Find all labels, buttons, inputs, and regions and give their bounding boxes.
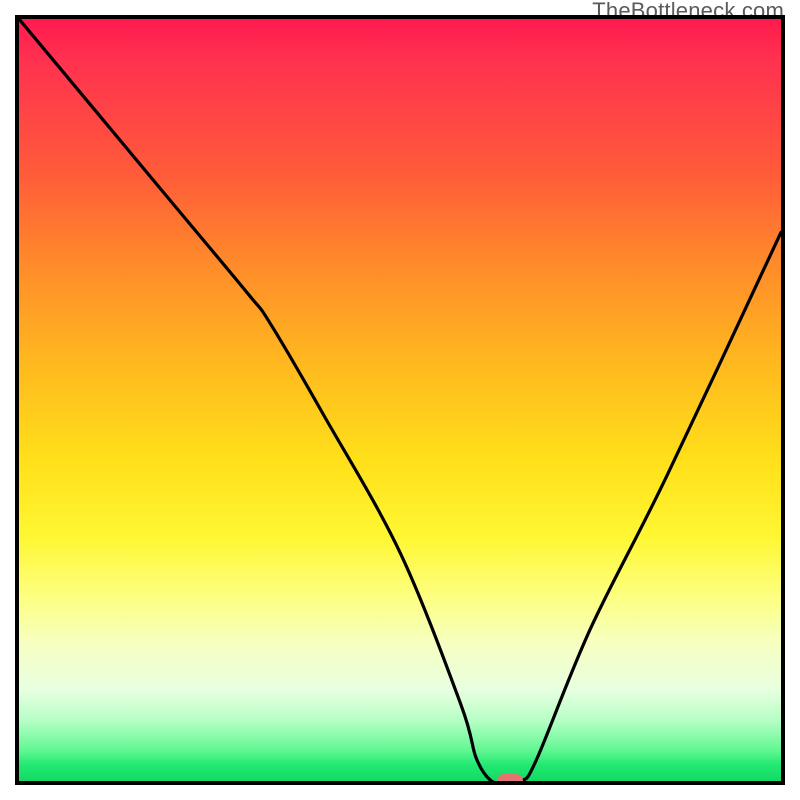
bottleneck-curve <box>19 19 781 781</box>
plot-area <box>15 15 785 785</box>
optimal-marker <box>497 774 523 785</box>
chart-container: TheBottleneck.com <box>0 0 800 800</box>
